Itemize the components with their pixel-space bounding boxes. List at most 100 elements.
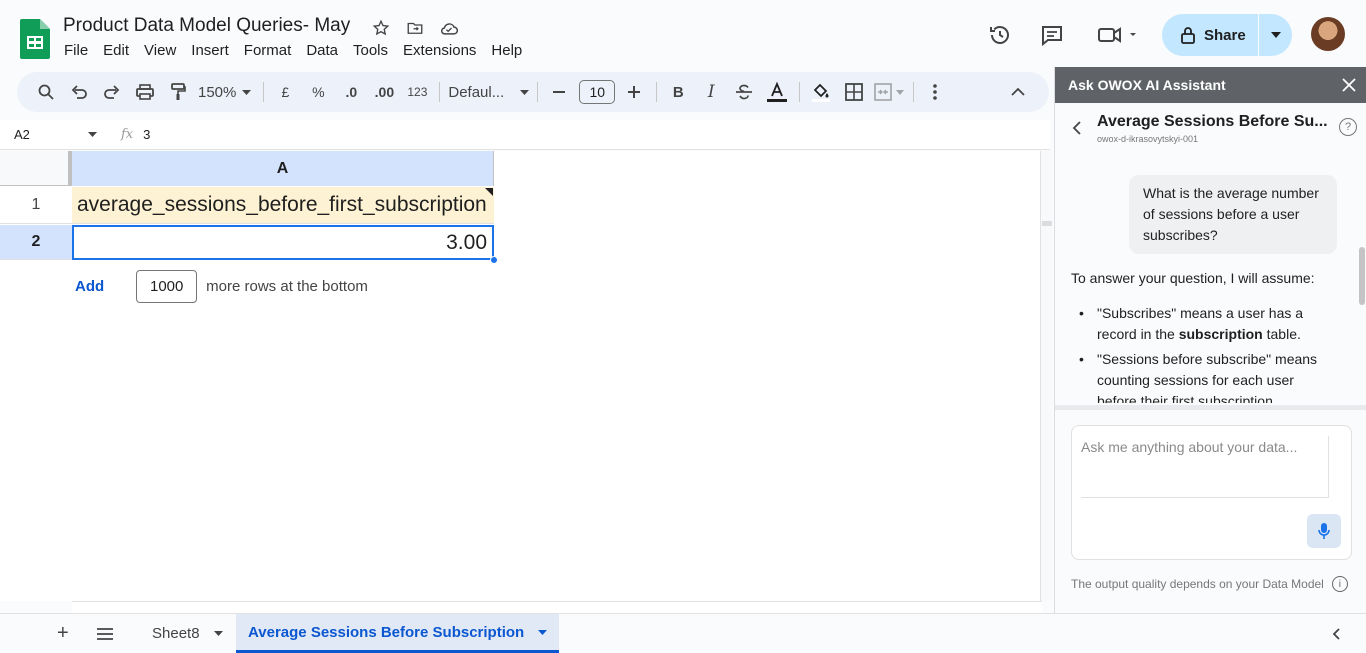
column-header-a[interactable]: A xyxy=(72,151,494,186)
menu-tools[interactable]: Tools xyxy=(353,42,388,59)
cell-reference: A2 xyxy=(14,127,30,142)
chevron-down-icon xyxy=(88,132,97,137)
number-format-button[interactable]: 123 xyxy=(404,78,430,106)
add-rows-footer: Add 1000 more rows at the bottom xyxy=(75,270,368,303)
fill-handle[interactable] xyxy=(490,256,498,264)
panel-title: Ask OWOX AI Assistant xyxy=(1068,77,1226,93)
horizontal-scrollbar[interactable] xyxy=(72,601,1042,613)
spreadsheet-grid: A 1 average_sessions_before_first_subscr… xyxy=(0,151,1050,601)
chevron-down-icon xyxy=(538,629,548,635)
avatar[interactable] xyxy=(1311,17,1345,51)
more-options-icon[interactable] xyxy=(922,78,948,106)
menu-help[interactable]: Help xyxy=(491,42,522,59)
merge-cells-icon[interactable] xyxy=(874,78,905,106)
currency-format-button[interactable]: £ xyxy=(272,78,298,106)
menu-extensions[interactable]: Extensions xyxy=(403,42,476,59)
info-icon[interactable]: i xyxy=(1331,576,1348,592)
cloud-status-icon[interactable] xyxy=(438,17,460,39)
increase-font-size-icon[interactable] xyxy=(621,78,647,106)
increase-decimals-button[interactable]: .00 xyxy=(371,78,397,106)
name-box[interactable]: A2 xyxy=(0,127,105,142)
chat-title: Average Sessions Before Su... xyxy=(1097,113,1328,130)
fx-icon: fx xyxy=(121,127,134,142)
all-sheets-icon[interactable] xyxy=(96,614,114,653)
text-color-icon[interactable] xyxy=(764,78,790,106)
strikethrough-icon[interactable] xyxy=(731,78,757,106)
zoom-value: 150% xyxy=(198,83,237,101)
meet-icon[interactable] xyxy=(1095,22,1141,48)
percent-format-button[interactable]: % xyxy=(305,78,331,106)
quality-footnote: The output quality depends on your Data … xyxy=(1071,576,1348,592)
chat-subtitle: owox-d-ikrasovytskyi-001 xyxy=(1097,134,1199,144)
share-label: Share xyxy=(1204,26,1246,44)
add-rows-suffix: more rows at the bottom xyxy=(206,278,368,295)
search-menus-icon[interactable] xyxy=(33,78,59,106)
add-sheet-button[interactable]: + xyxy=(57,614,69,653)
zoom-select[interactable]: 150% xyxy=(198,78,252,106)
fill-color-icon[interactable] xyxy=(808,78,834,106)
collapse-side-panel-icon[interactable] xyxy=(1332,614,1340,653)
move-folder-icon[interactable] xyxy=(404,17,426,39)
print-icon[interactable] xyxy=(132,78,158,106)
formula-input[interactable]: 3 xyxy=(143,127,150,142)
decrease-font-size-icon[interactable] xyxy=(546,78,572,106)
vertical-scrollbar[interactable] xyxy=(1040,151,1052,601)
chat-messages[interactable]: What is the average number of sessions b… xyxy=(1055,155,1366,403)
menu-edit[interactable]: Edit xyxy=(103,42,129,59)
chat-input-box[interactable]: Ask me anything about your data... xyxy=(1071,425,1352,560)
menu-view[interactable]: View xyxy=(144,42,176,59)
cell-a2-selected[interactable]: 3.00 xyxy=(72,225,494,260)
help-icon[interactable]: ? xyxy=(1339,118,1357,136)
font-select[interactable]: Defaul... xyxy=(448,78,530,106)
chat-scrollbar[interactable] xyxy=(1359,247,1365,305)
tab-sheet8-label: Sheet8 xyxy=(152,625,200,642)
italic-button[interactable]: I xyxy=(698,78,724,106)
microphone-icon[interactable] xyxy=(1307,514,1341,548)
comments-icon[interactable] xyxy=(1039,22,1065,48)
menu-bar: File Edit View Insert Format Data Tools … xyxy=(64,42,537,59)
bold-button[interactable]: B xyxy=(665,78,691,106)
formula-bar: A2 fx 3 xyxy=(0,120,1050,150)
redo-icon[interactable] xyxy=(99,78,125,106)
chat-input-placeholder: Ask me anything about your data... xyxy=(1081,439,1298,455)
add-rows-button[interactable]: Add xyxy=(75,278,104,295)
document-title[interactable]: Product Data Model Queries- May xyxy=(63,15,350,37)
comment-marker xyxy=(485,188,493,196)
font-size-input[interactable]: 10 xyxy=(579,80,616,104)
answer-bullet: "Sessions before subscribe" means counti… xyxy=(1079,349,1331,403)
version-history-icon[interactable] xyxy=(987,22,1013,48)
owox-assistant-panel: Ask OWOX AI Assistant Average Sessions B… xyxy=(1054,67,1366,613)
cell-a1[interactable]: average_sessions_before_first_subscripti… xyxy=(72,187,494,224)
chevron-down-icon xyxy=(242,89,252,95)
chevron-down-icon xyxy=(520,89,530,95)
collapse-toolbar-icon[interactable] xyxy=(1005,78,1031,106)
tab-active-label: Average Sessions Before Subscription xyxy=(248,623,525,641)
top-bar: Product Data Model Queries- May File Edi… xyxy=(0,0,1366,68)
close-icon[interactable] xyxy=(1342,78,1356,92)
tab-sheet8[interactable]: Sheet8 xyxy=(152,614,223,653)
chevron-down-icon xyxy=(213,631,223,636)
menu-insert[interactable]: Insert xyxy=(191,42,229,59)
add-rows-count-input[interactable]: 1000 xyxy=(136,270,198,303)
share-button[interactable]: Share xyxy=(1162,14,1292,56)
borders-icon[interactable] xyxy=(841,78,867,106)
row-header-2[interactable]: 2 xyxy=(0,225,72,260)
star-icon[interactable] xyxy=(370,17,392,39)
assistant-answer: To answer your question, I will assume: … xyxy=(1071,268,1331,403)
decrease-decimals-button[interactable]: .0 xyxy=(338,78,364,106)
answer-intro: To answer your question, I will assume: xyxy=(1071,270,1315,286)
footnote-text: The output quality depends on your Data … xyxy=(1071,577,1324,591)
share-dropdown-icon[interactable] xyxy=(1259,32,1292,38)
row-header-1[interactable]: 1 xyxy=(0,187,72,224)
menu-data[interactable]: Data xyxy=(306,42,338,59)
panel-divider[interactable] xyxy=(1055,405,1366,410)
sheets-logo-icon[interactable] xyxy=(20,19,50,59)
back-icon[interactable] xyxy=(1055,103,1097,153)
undo-icon[interactable] xyxy=(66,78,92,106)
select-all-corner[interactable] xyxy=(0,151,72,186)
tab-average-sessions[interactable]: Average Sessions Before Subscription xyxy=(236,614,560,653)
paint-format-icon[interactable] xyxy=(165,78,191,106)
menu-file[interactable]: File xyxy=(64,42,88,59)
menu-format[interactable]: Format xyxy=(244,42,292,59)
chat-title-bar: Average Sessions Before Su... owox-d-ikr… xyxy=(1055,103,1366,153)
